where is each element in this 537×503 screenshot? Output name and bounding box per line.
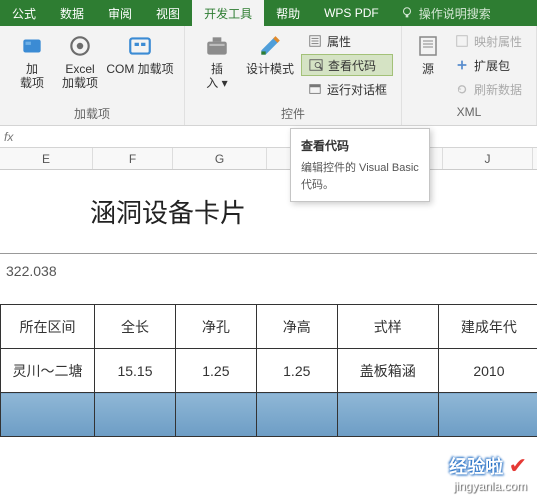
worksheet-area[interactable]: 涵洞设备卡片 322.038 所在区间 全长 净孔 净高 式样 建成年代 灵川～… <box>0 170 537 437</box>
column-headers: E F G H I J <box>0 148 537 170</box>
view-code-label: 查看代码 <box>328 57 376 74</box>
tooltip-body: 编辑控件的 Visual Basic 代码。 <box>301 160 419 193</box>
checkmark-icon: ✔ <box>509 453 527 478</box>
properties-button[interactable]: 属性 <box>301 30 393 52</box>
col-header-g[interactable]: G <box>173 148 267 169</box>
excel-addin-button[interactable]: Excel加载项 <box>56 30 104 92</box>
map-props-button: 映射属性 <box>448 30 528 52</box>
expand-icon <box>454 57 470 73</box>
expand-pack-label: 扩展包 <box>474 57 510 74</box>
map-props-icon <box>454 33 470 49</box>
th-zone: 所在区间 <box>1 305 95 349</box>
col-header-j[interactable]: J <box>443 148 533 169</box>
source-button[interactable]: 源 <box>410 30 446 78</box>
view-code-button[interactable]: 查看代码 <box>301 54 393 76</box>
fx-label: fx <box>4 130 13 144</box>
excel-addin-top: Excel <box>65 62 94 76</box>
run-dialog-label: 运行对话框 <box>327 81 387 98</box>
lightbulb-icon <box>399 5 415 21</box>
com-addin-button[interactable]: COM 加载项 <box>104 30 176 78</box>
td-style: 盖板箱涵 <box>337 349 438 393</box>
search-hint[interactable]: 操作说明搜索 <box>391 5 491 22</box>
ribbon-group-addins: 加载项 Excel加载项 COM 加载项 加载项 <box>0 26 185 125</box>
formula-bar[interactable]: fx <box>0 126 537 148</box>
design-mode-label: 设计模式 <box>246 62 294 76</box>
th-style: 式样 <box>337 305 438 349</box>
table-header-row: 所在区间 全长 净孔 净高 式样 建成年代 <box>1 305 537 349</box>
com-addin-label: COM 加载项 <box>106 62 173 76</box>
com-icon <box>126 32 154 60</box>
td-zone: 灵川～二塘 <box>1 349 95 393</box>
ribbon-bar: 加载项 Excel加载项 COM 加载项 加载项 插 <box>0 26 537 126</box>
th-hole: 净孔 <box>175 305 256 349</box>
tab-review[interactable]: 审阅 <box>96 0 144 26</box>
td-length: 15.15 <box>95 349 176 393</box>
gear-icon <box>66 32 94 60</box>
view-code-tooltip: 查看代码 编辑控件的 Visual Basic 代码。 <box>290 128 430 202</box>
dialog-icon <box>307 81 323 97</box>
addin-label-top: 加 <box>26 62 38 76</box>
brick-icon <box>18 32 46 60</box>
table-footer-row <box>1 393 537 437</box>
insert-bottom: 入 <box>206 76 218 90</box>
controls-group-label: 控件 <box>193 105 393 123</box>
watermark-title: 经验啦 <box>449 457 503 477</box>
tab-view[interactable]: 视图 <box>144 0 192 26</box>
addin-button[interactable]: 加载项 <box>8 30 56 92</box>
source-label: 源 <box>422 62 434 76</box>
view-code-icon <box>308 57 324 73</box>
col-header-e[interactable]: E <box>0 148 93 169</box>
refresh-data-label: 刷新数据 <box>474 81 522 98</box>
addins-group-label: 加载项 <box>8 105 176 123</box>
expand-pack-button[interactable]: 扩展包 <box>448 54 528 76</box>
td-height: 1.25 <box>256 349 337 393</box>
tab-help[interactable]: 帮助 <box>264 0 312 26</box>
menu-tabs: 公式 数据 审阅 视图 开发工具 帮助 WPS PDF 操作说明搜索 <box>0 0 537 26</box>
tab-data[interactable]: 数据 <box>48 0 96 26</box>
properties-icon <box>307 33 323 49</box>
addin-label-bottom: 载项 <box>20 76 44 90</box>
sheet-title: 涵洞设备卡片 <box>0 170 537 254</box>
sheet-value-cell: 322.038 <box>0 254 537 288</box>
tab-formula[interactable]: 公式 <box>0 0 48 26</box>
data-table: 所在区间 全长 净孔 净高 式样 建成年代 灵川～二塘 15.15 1.25 1… <box>0 304 537 437</box>
chevron-down-icon: ▾ <box>222 76 228 90</box>
design-mode-button[interactable]: 设计模式 <box>241 30 299 78</box>
td-year: 2010 <box>438 349 537 393</box>
toolbox-icon <box>203 32 231 60</box>
insert-control-button[interactable]: 插入 ▾ <box>193 30 241 92</box>
th-height: 净高 <box>256 305 337 349</box>
tab-wpspdf[interactable]: WPS PDF <box>312 0 391 26</box>
insert-top: 插 <box>211 62 223 76</box>
search-hint-label: 操作说明搜索 <box>419 5 491 22</box>
source-icon <box>414 32 442 60</box>
map-props-label: 映射属性 <box>474 33 522 50</box>
refresh-icon <box>454 81 470 97</box>
refresh-data-button: 刷新数据 <box>448 78 528 100</box>
tooltip-title: 查看代码 <box>301 137 419 154</box>
design-icon <box>256 32 284 60</box>
properties-label: 属性 <box>327 33 351 50</box>
td-hole: 1.25 <box>175 349 256 393</box>
excel-addin-bottom: 加载项 <box>62 76 98 90</box>
watermark: 经验啦 ✔ jingyanla.com <box>449 453 527 493</box>
th-length: 全长 <box>95 305 176 349</box>
xml-group-label: XML <box>410 105 528 123</box>
run-dialog-button[interactable]: 运行对话框 <box>301 78 393 100</box>
th-year: 建成年代 <box>438 305 537 349</box>
watermark-url: jingyanla.com <box>449 479 527 493</box>
col-header-f[interactable]: F <box>93 148 173 169</box>
tab-devtools[interactable]: 开发工具 <box>192 0 264 26</box>
ribbon-group-xml: 源 映射属性 扩展包 <box>402 26 537 125</box>
ribbon-group-controls: 插入 ▾ 设计模式 属性 查看代码 <box>185 26 402 125</box>
table-row: 灵川～二塘 15.15 1.25 1.25 盖板箱涵 2010 <box>1 349 537 393</box>
